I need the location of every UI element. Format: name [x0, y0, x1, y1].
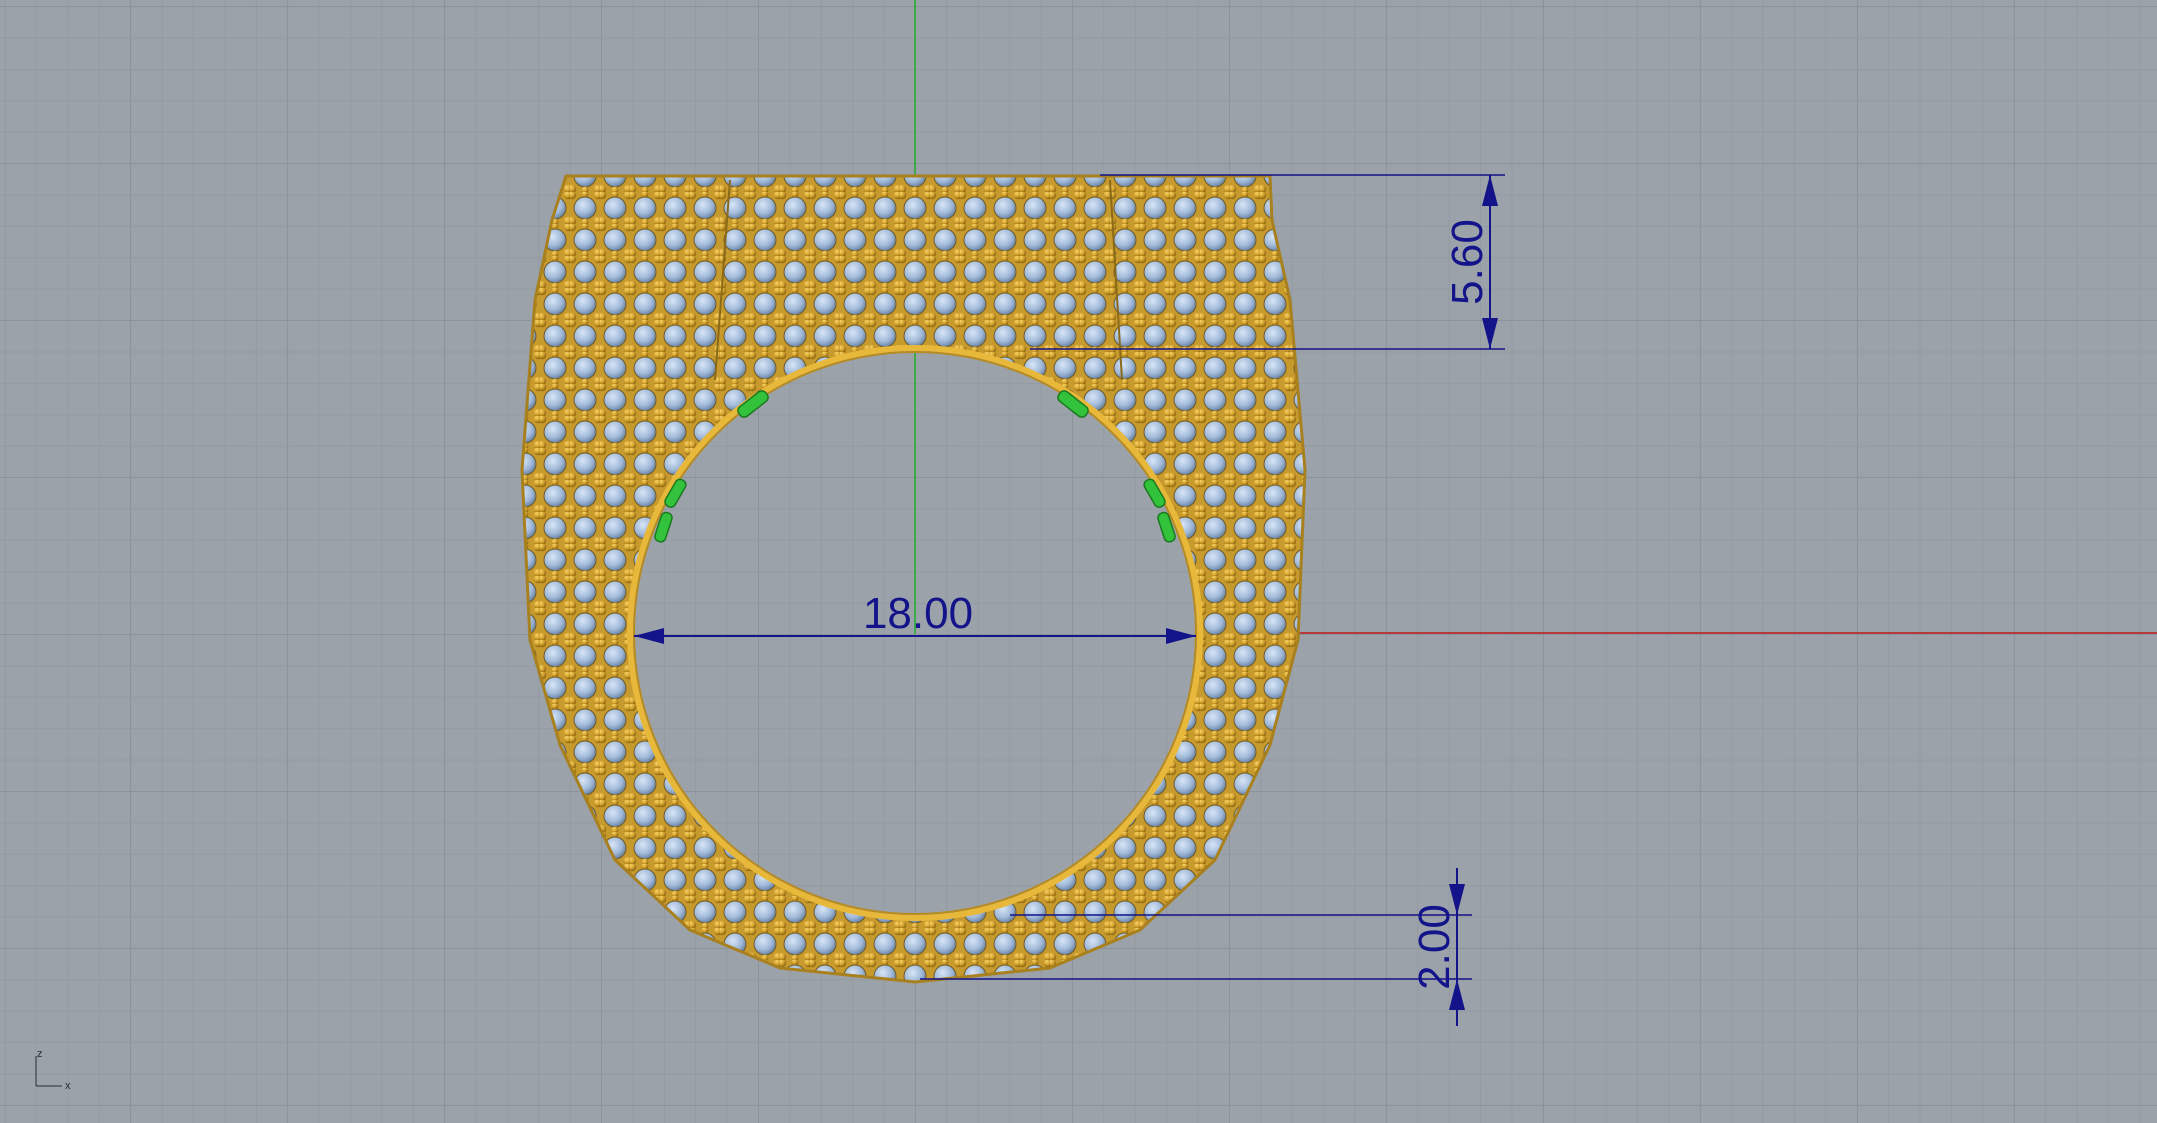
dimension-bottom-thickness-label: 2.00 [1410, 904, 1459, 990]
axis-indicator: z x [30, 1048, 80, 1094]
front-viewport[interactable]: 18.00 5.60 2.00 z x [0, 0, 2157, 1123]
ring-model[interactable] [500, 160, 1320, 1000]
axis-indicator-x-label: x [65, 1080, 71, 1092]
dimension-top-height-label: 5.60 [1443, 219, 1492, 305]
head-panel [730, 178, 1110, 348]
ring-scene[interactable]: 18.00 5.60 2.00 [0, 0, 2157, 1123]
axis-indicator-z-label: z [37, 1048, 43, 1060]
dimension-inner-diameter-label: 18.00 [863, 589, 973, 638]
